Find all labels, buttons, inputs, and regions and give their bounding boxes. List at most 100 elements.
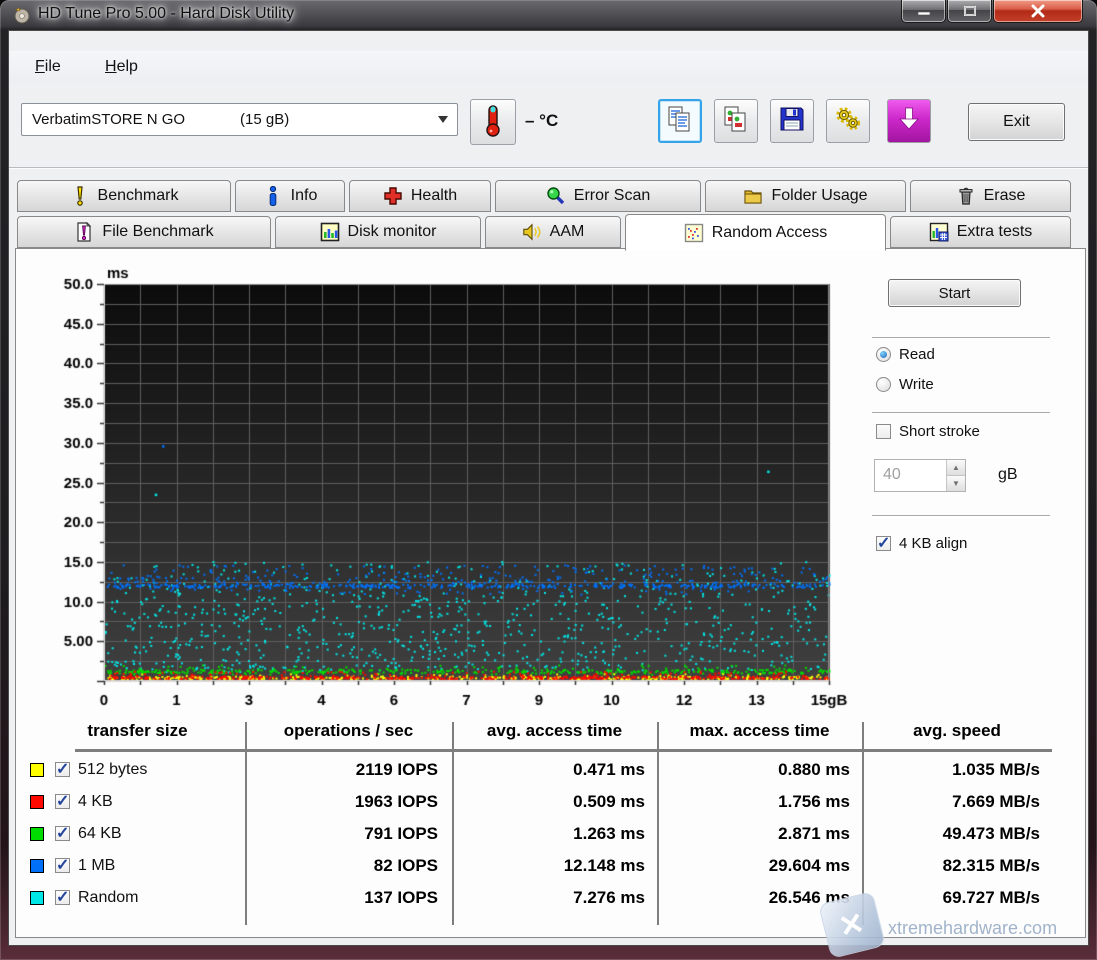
series-label: 512 bytes <box>78 761 147 779</box>
copy-text-button[interactable] <box>658 99 702 143</box>
tab-label: Health <box>411 187 457 205</box>
random-access-icon <box>684 223 704 243</box>
client-area: File Help VerbatimSTORE N GO (15 gB) – °C <box>8 30 1089 946</box>
short-stroke-option[interactable]: Short stroke <box>876 423 980 440</box>
drive-select[interactable]: VerbatimSTORE N GO (15 gB) <box>21 103 458 136</box>
spin-down-icon[interactable]: ▼ <box>947 476 965 491</box>
drive-size: (15 gB) <box>240 111 289 128</box>
tab-label: Info <box>291 187 318 205</box>
short-stroke-checkbox[interactable] <box>876 424 891 439</box>
temperature-button[interactable] <box>470 99 516 145</box>
spin-up-icon[interactable]: ▲ <box>947 460 965 476</box>
tab-erase[interactable]: Erase <box>910 180 1071 212</box>
window-title: HD Tune Pro 5.00 - Hard Disk Utility <box>38 5 294 23</box>
cell-avg-speed: 1.035 MB/s <box>871 760 1040 780</box>
menu-help[interactable]: Help <box>97 56 146 78</box>
tab-info[interactable]: Info <box>235 180 345 212</box>
maximize-button[interactable] <box>947 0 992 23</box>
stroke-unit-label: gB <box>998 466 1018 484</box>
series-label: 1 MB <box>78 857 115 875</box>
save-button[interactable] <box>770 99 814 143</box>
close-button[interactable] <box>993 0 1083 23</box>
write-radio[interactable] <box>876 377 891 392</box>
series-color-swatch <box>30 763 44 777</box>
options-button[interactable] <box>826 99 870 143</box>
tab-benchmark[interactable]: Benchmark <box>17 180 231 212</box>
header-underline <box>75 749 1052 752</box>
write-label: Write <box>899 376 934 393</box>
align-option[interactable]: 4 KB align <box>876 535 967 552</box>
tab-health[interactable]: Health <box>349 180 491 212</box>
write-option[interactable]: Write <box>876 376 934 393</box>
cell-max-access: 0.880 ms <box>666 760 850 780</box>
tab-aam[interactable]: AAM <box>485 216 621 248</box>
tab-error-scan[interactable]: Error Scan <box>495 180 701 212</box>
exit-button[interactable]: Exit <box>968 103 1065 141</box>
watermark-text: xtremehardware.com <box>888 918 1057 939</box>
series-label: 4 KB <box>78 793 113 811</box>
column-header-transfer-size: transfer size <box>30 721 245 741</box>
separator <box>872 515 1050 517</box>
tab-folder-usage[interactable]: Folder Usage <box>705 180 906 212</box>
series-label: 64 KB <box>78 825 122 843</box>
drive-name: VerbatimSTORE N GO <box>32 111 185 128</box>
cell-avg-speed: 49.473 MB/s <box>871 824 1040 844</box>
stroke-size-spinner[interactable]: 40 ▲ ▼ <box>874 459 966 492</box>
tab-row-1: Benchmark Info Health Error Scan Folder Usag… <box>17 180 1075 214</box>
cell-avg-access: 12.148 ms <box>461 856 645 876</box>
table-row-1-mb: 1 MB82 IOPS12.148 ms29.604 ms82.315 MB/s <box>16 851 1056 883</box>
series-checkbox[interactable] <box>55 858 70 873</box>
error-scan-magnifier-icon <box>546 186 566 206</box>
series-checkbox[interactable] <box>55 762 70 777</box>
random-access-panel: Start Read Write Short stroke 40 <box>15 248 1086 938</box>
tab-label: Extra tests <box>957 223 1033 241</box>
series-checkbox[interactable] <box>55 826 70 841</box>
cell-avg-access: 0.509 ms <box>461 792 645 812</box>
random-access-chart <box>36 251 876 717</box>
start-button[interactable]: Start <box>888 279 1021 307</box>
cell-ops: 82 IOPS <box>256 856 438 876</box>
menu-bar: File Help <box>9 51 1088 83</box>
tab-random-access[interactable]: Random Access <box>625 214 886 251</box>
temperature-value: – °C <box>525 111 558 131</box>
align-checkbox[interactable] <box>876 536 891 551</box>
column-header-operations-sec: operations / sec <box>245 721 452 741</box>
cell-ops: 1963 IOPS <box>256 792 438 812</box>
tab-label: Error Scan <box>574 187 650 205</box>
title-bar: HD Tune Pro 5.00 - Hard Disk Utility <box>0 0 1097 30</box>
app-window: HD Tune Pro 5.00 - Hard Disk Utility Fil… <box>0 0 1097 960</box>
cell-max-access: 2.871 ms <box>666 824 850 844</box>
copy-image-button[interactable] <box>714 99 758 143</box>
tab-row-2: File BenchmarkDisk monitorAAMRandom Acce… <box>17 216 1075 250</box>
aam-speaker-icon <box>522 222 542 242</box>
file-benchmark-icon <box>74 222 94 242</box>
series-color-swatch <box>30 827 44 841</box>
cell-avg-speed: 82.315 MB/s <box>871 856 1040 876</box>
separator <box>872 337 1050 339</box>
download-button[interactable] <box>887 99 931 143</box>
read-option[interactable]: Read <box>876 346 935 363</box>
series-checkbox[interactable] <box>55 794 70 809</box>
screenshot-root: HD Tune Pro 5.00 - Hard Disk Utility Fil… <box>0 0 1097 960</box>
tab-extra-tests[interactable]: Extra tests <box>890 216 1071 248</box>
series-color-swatch <box>30 859 44 873</box>
start-label: Start <box>939 285 971 302</box>
minimize-button[interactable] <box>901 0 946 23</box>
chevron-down-icon <box>438 116 448 123</box>
extra-tests-icon <box>929 222 949 242</box>
menu-file[interactable]: File <box>27 56 69 78</box>
tab-file-benchmark[interactable]: File Benchmark <box>17 216 271 248</box>
cell-avg-speed: 69.727 MB/s <box>871 888 1040 908</box>
cell-ops: 791 IOPS <box>256 824 438 844</box>
toolbar-divider <box>9 167 1088 169</box>
tab-disk-monitor[interactable]: Disk monitor <box>275 216 481 248</box>
info-icon <box>263 186 283 206</box>
disk-monitor-icon <box>320 222 340 242</box>
copy-text-icon <box>667 105 693 138</box>
table-row-random: Random137 IOPS7.276 ms26.546 ms69.727 MB… <box>16 883 1056 915</box>
read-radio[interactable] <box>876 347 891 362</box>
tab-label: Erase <box>984 187 1026 205</box>
gears-icon <box>834 105 862 138</box>
series-checkbox[interactable] <box>55 890 70 905</box>
stroke-size-value: 40 <box>883 466 901 484</box>
